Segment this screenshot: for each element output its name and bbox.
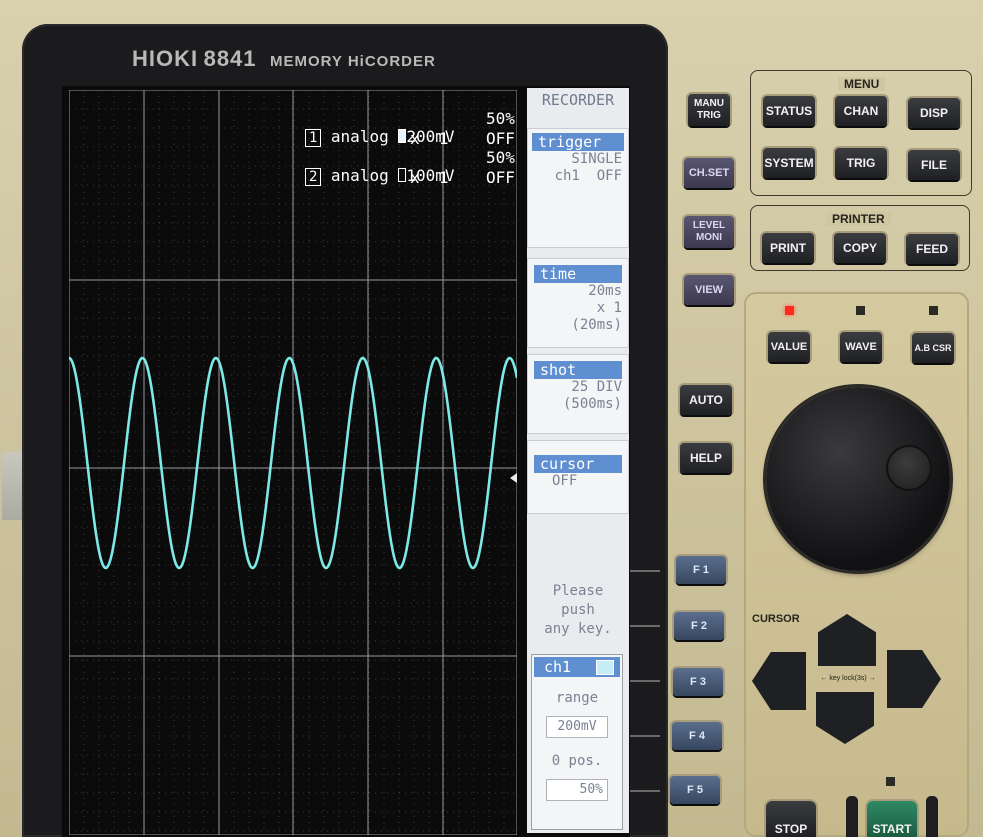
f5-button[interactable]: F 5 [670, 776, 720, 804]
brand-logo: HIOKI 8841 MEMORY HiCORDER [132, 46, 436, 72]
time-mult: x 1 [596, 300, 622, 316]
ch2-mult: x 1 [410, 168, 449, 187]
time-value: 20ms [588, 283, 622, 299]
file-button[interactable]: FILE [908, 150, 960, 180]
jog-dial[interactable] [766, 387, 950, 571]
prompt-line-2: push [561, 602, 595, 618]
wave-led [856, 306, 865, 315]
f2-tick [630, 625, 660, 627]
trigger-panel[interactable]: trigger SINGLE ch1 OFF [527, 128, 629, 248]
trigger-mode: SINGLE [571, 151, 622, 167]
zero-pos-field[interactable]: 50% [546, 779, 608, 801]
ch1-pos: 50% [486, 109, 515, 128]
chan-button[interactable]: CHAN [835, 96, 887, 126]
trigger-channel: ch1 OFF [554, 168, 622, 184]
ch2-pos: 50% [486, 148, 515, 167]
ch1-settings-panel[interactable]: ch1 range 200mV 0 pos. 50% [531, 654, 623, 830]
print-button[interactable]: PRINT [762, 233, 814, 263]
system-button[interactable]: SYSTEM [763, 148, 815, 178]
brand-maker: HIOKI [132, 46, 199, 71]
start-button[interactable]: START [867, 801, 917, 837]
brand-model: 8841 [203, 46, 257, 71]
status-button[interactable]: STATUS [763, 96, 815, 126]
time-total: (20ms) [571, 317, 622, 333]
level-moni-button[interactable]: LEVEL MONI [684, 216, 734, 248]
disp-button[interactable]: DISP [908, 98, 960, 128]
f5-tick [630, 790, 660, 792]
ch2-mode: analog [330, 166, 389, 185]
value-led [785, 306, 794, 315]
keylock-right-arrow-icon: → [868, 675, 876, 682]
trigger-label: trigger [532, 133, 624, 151]
ch2-number: 2 [305, 168, 322, 186]
shot-label: shot [534, 361, 622, 379]
prompt-text: Please push any key. [527, 582, 629, 639]
time-panel[interactable]: time 20ms x 1 (20ms) [527, 258, 629, 348]
ch1-filter: OFF [486, 129, 515, 148]
wave-button[interactable]: WAVE [840, 332, 882, 362]
ch1-number: 1 [305, 129, 322, 147]
cursor-state: OFF [552, 473, 578, 489]
zero-pos-label: 0 pos. [551, 753, 603, 769]
abcsr-led [929, 306, 938, 315]
ch1-panel-swatch [596, 660, 614, 675]
ch-set-button[interactable]: CH.SET [684, 158, 734, 188]
f1-button[interactable]: F 1 [676, 556, 726, 584]
prompt-line-3: any key. [544, 621, 612, 637]
ch1-mode: analog [330, 127, 389, 146]
range-field[interactable]: 200mV [546, 716, 608, 738]
shot-div: 25 DIV [571, 379, 622, 395]
feed-button[interactable]: FEED [906, 234, 958, 264]
value-button[interactable]: VALUE [768, 332, 810, 362]
f4-button[interactable]: F 4 [672, 722, 722, 750]
ch1-mult: x 1 [410, 129, 449, 148]
auto-button[interactable]: AUTO [680, 385, 732, 415]
start-led [886, 777, 895, 786]
ch1-panel-title: ch1 [534, 657, 620, 677]
shot-panel[interactable]: shot 25 DIV (500ms) [527, 354, 629, 434]
trigger-level-marker [510, 473, 517, 483]
printer-label: PRINTER [826, 212, 891, 226]
trig-button[interactable]: TRIG [835, 148, 887, 178]
keylock-text: key lock(3s) [829, 675, 867, 682]
f3-button[interactable]: F 3 [673, 668, 723, 696]
start-guard-left [846, 796, 858, 837]
keylock-left-arrow-icon: ← [820, 675, 828, 682]
keylock-label: ← key lock(3s) → [808, 675, 888, 682]
menu-label: MENU [838, 77, 886, 91]
f3-tick [630, 680, 660, 682]
f2-button[interactable]: F 2 [674, 612, 724, 640]
ab-csr-button[interactable]: A.B CSR [912, 333, 954, 363]
cursor-label: CURSOR [752, 613, 800, 625]
shot-duration: (500ms) [562, 396, 622, 412]
view-button[interactable]: VIEW [684, 275, 734, 305]
plot-grid [69, 90, 517, 835]
f4-tick [630, 735, 660, 737]
cursor-label: cursor [534, 455, 622, 473]
time-label: time [534, 265, 622, 283]
copy-button[interactable]: COPY [834, 233, 886, 263]
jog-dial-grip [886, 445, 932, 491]
prompt-line-1: Please [552, 583, 604, 599]
f1-tick [630, 570, 660, 572]
brand-product: MEMORY HiCORDER [269, 53, 436, 70]
manu-trig-button[interactable]: MANU TRIG [688, 94, 730, 126]
ch1-panel-title-text: ch1 [544, 658, 572, 676]
range-label: range [555, 690, 599, 706]
side-menu: RECORDER trigger SINGLE ch1 OFF time 20m… [527, 88, 629, 833]
cursor-panel[interactable]: cursor OFF [527, 440, 629, 514]
ch2-filter: OFF [486, 168, 515, 187]
waveform-plot: 1 [69, 90, 517, 835]
stop-button[interactable]: STOP [766, 801, 816, 837]
help-button[interactable]: HELP [680, 443, 732, 473]
start-guard-right [926, 796, 938, 837]
side-menu-title: RECORDER [527, 88, 629, 112]
